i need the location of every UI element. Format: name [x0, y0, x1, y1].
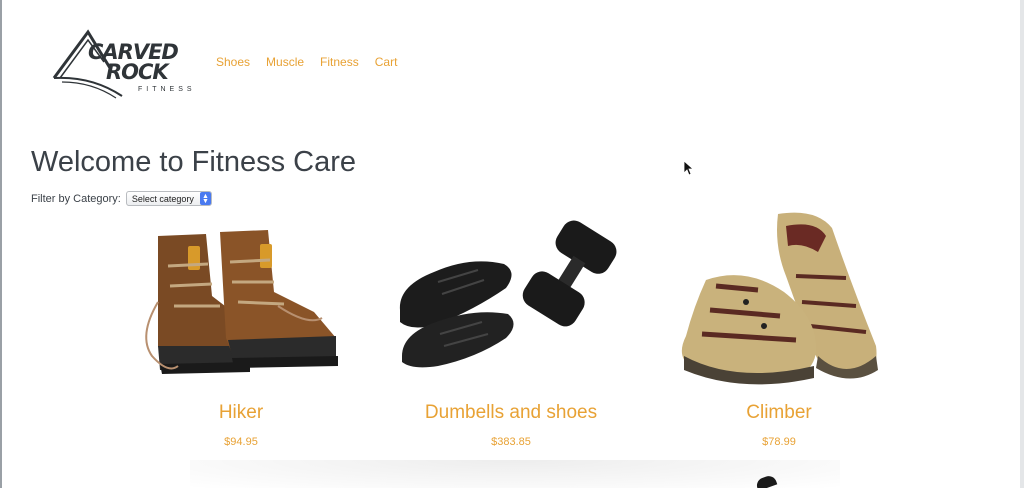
page-title: Welcome to Fitness Care — [31, 146, 357, 178]
carved-rock-logo[interactable]: CARVED ROCK FITNESS — [52, 28, 198, 100]
next-row-shadow — [190, 460, 840, 488]
product-name[interactable]: Climber — [646, 402, 912, 424]
product-grid: Hiker $94.95 Dumbells and shoes $383.85 — [108, 206, 916, 466]
filter-label: Filter by Category: — [31, 192, 121, 205]
logo-wordmark-line3: FITNESS — [138, 86, 196, 93]
product-price: $383.85 — [491, 436, 531, 448]
product-price: $78.99 — [762, 436, 796, 448]
nav-link-shoes[interactable]: Shoes — [216, 55, 250, 69]
product-card-climber: Climber $78.99 — [646, 206, 912, 448]
product-price: $94.95 — [224, 436, 258, 448]
hiking-boots-image[interactable] — [108, 206, 374, 388]
product-name[interactable]: Hiker — [108, 402, 374, 424]
product-card-dumbbells: Dumbells and shoes $383.85 — [378, 206, 644, 448]
product-card-hiker: Hiker $94.95 — [108, 206, 374, 448]
sandals-image[interactable] — [646, 206, 912, 388]
nav-link-muscle[interactable]: Muscle — [266, 55, 304, 69]
mouse-cursor-icon — [683, 160, 695, 176]
window-left-edge — [0, 0, 2, 488]
logo-wordmark-line2: ROCK — [106, 60, 169, 84]
category-filter: Filter by Category: Select category ▲ ▼ — [31, 191, 212, 206]
nav-link-cart[interactable]: Cart — [375, 55, 398, 69]
dumbbell-shoes-image[interactable] — [378, 206, 644, 388]
category-select-value: Select category — [131, 193, 194, 204]
main-nav: Shoes Muscle Fitness Cart — [216, 55, 397, 69]
window-right-edge — [1020, 0, 1024, 488]
select-arrows-icon: ▲ ▼ — [199, 192, 211, 205]
category-select[interactable]: Select category ▲ ▼ — [125, 191, 212, 206]
site-header: CARVED ROCK FITNESS Shoes Muscle Fitness… — [52, 28, 397, 100]
nav-link-fitness[interactable]: Fitness — [320, 55, 359, 69]
product-name[interactable]: Dumbells and shoes — [378, 402, 644, 424]
